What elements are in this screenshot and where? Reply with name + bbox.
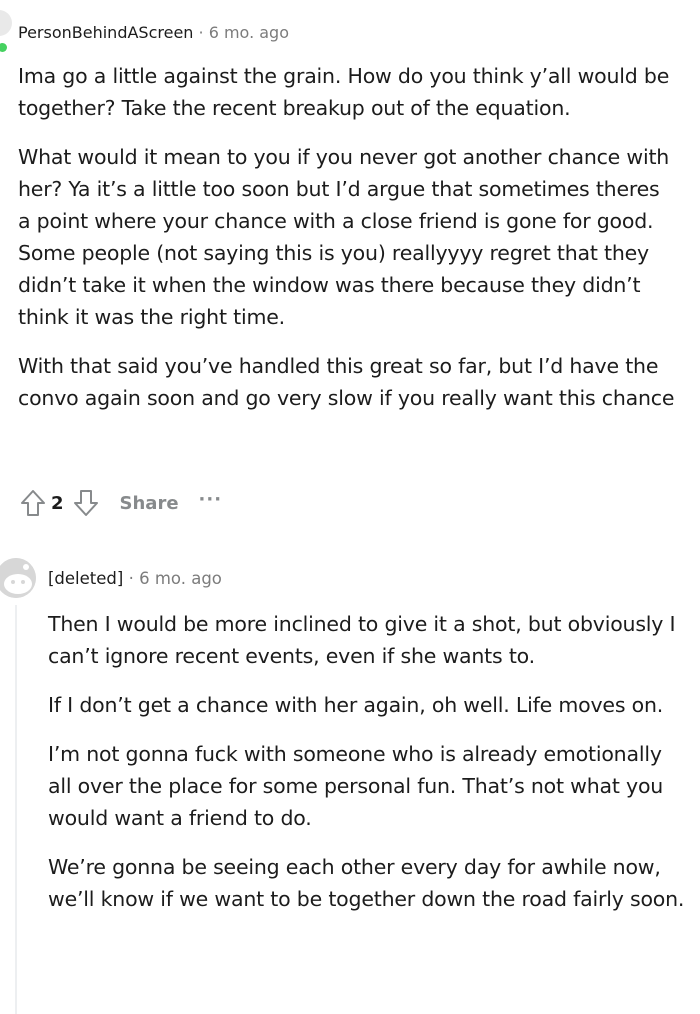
comment-thread: PersonBehindAScreen · 6 mo. ago Ima go a… <box>0 0 700 1014</box>
snoo-avatar-icon[interactable] <box>0 558 36 598</box>
comment-paragraph: I’m not gonna fuck with someone who is a… <box>48 742 664 830</box>
comment-paragraph: Ima go a little against the grain. How d… <box>18 64 670 120</box>
comment-header: PersonBehindAScreen · 6 mo. ago <box>18 21 289 45</box>
comment-author[interactable]: PersonBehindAScreen <box>18 23 193 42</box>
meta-separator: · <box>128 569 134 588</box>
comment-paragraph: What would it mean to you if you never g… <box>18 145 670 329</box>
thread-line[interactable] <box>15 605 17 1014</box>
downvote-arrow-icon[interactable] <box>70 486 102 520</box>
comment-paragraph: With that said you’ve handled this great… <box>18 354 675 410</box>
comment-header: [deleted] · 6 mo. ago <box>48 567 222 591</box>
comment-author: [deleted] <box>48 569 124 588</box>
comment-action-bar: 2 Share ··· <box>17 486 222 520</box>
comment-body: Then I would be more inclined to give it… <box>48 608 688 932</box>
comment-paragraph: We’re gonna be seeing each other every d… <box>48 855 685 911</box>
comment-timestamp[interactable]: 6 mo. ago <box>139 569 222 588</box>
comment-paragraph: Then I would be more inclined to give it… <box>48 612 676 668</box>
online-status-dot <box>0 43 7 52</box>
meta-separator: · <box>198 23 204 42</box>
vote-count: 2 <box>51 492 64 514</box>
upvote-arrow-icon[interactable] <box>17 486 49 520</box>
comment-body: Ima go a little against the grain. How d… <box>18 60 678 431</box>
comment-paragraph: If I don’t get a chance with her again, … <box>48 693 664 717</box>
user-avatar[interactable] <box>0 10 12 36</box>
share-button[interactable]: Share <box>120 493 179 514</box>
comment-timestamp[interactable]: 6 mo. ago <box>209 23 289 42</box>
more-options-button[interactable]: ··· <box>199 489 223 510</box>
